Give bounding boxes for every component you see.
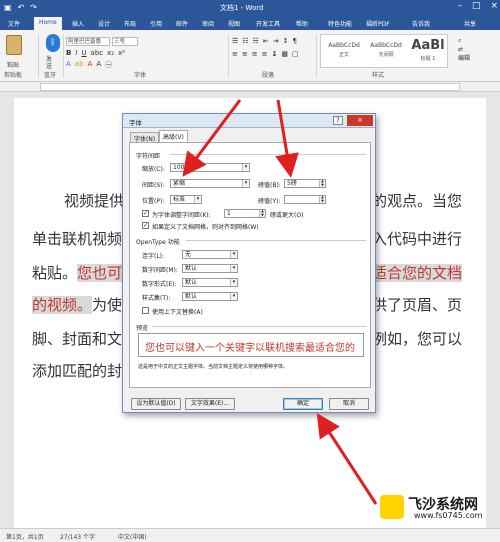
annotation-arrows bbox=[182, 99, 378, 505]
logo-url: www.fs0745.com bbox=[414, 511, 483, 520]
language[interactable]: 中文(中国) bbox=[118, 532, 147, 541]
arrow-to-points bbox=[275, 99, 299, 178]
page-count[interactable]: 第1页，共1页 bbox=[6, 532, 44, 541]
logo-mark-icon bbox=[380, 495, 404, 519]
status-bar: 第1页，共1页 27/143 个字 中文(中国) bbox=[0, 528, 500, 542]
arrow-to-ok bbox=[316, 412, 378, 505]
word-count[interactable]: 27/143 个字 bbox=[60, 532, 95, 541]
site-logo: 飞沙系统网 www.fs0745.com bbox=[380, 494, 492, 520]
arrow-to-spacing bbox=[182, 99, 242, 177]
